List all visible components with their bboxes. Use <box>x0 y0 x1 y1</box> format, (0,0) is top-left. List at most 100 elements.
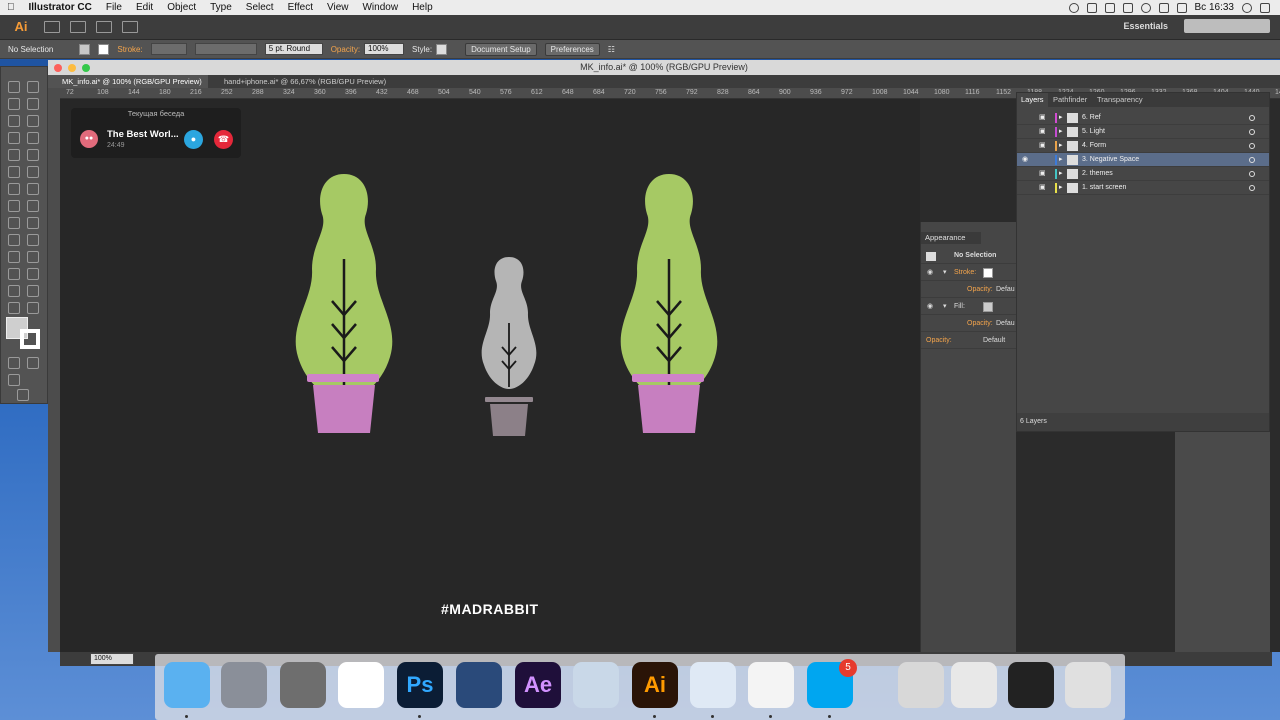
expand-arrow-icon[interactable]: ▸ <box>1059 111 1063 125</box>
scale-tool-icon[interactable] <box>27 183 39 195</box>
opacity-label[interactable]: Opacity: <box>967 316 993 332</box>
stroke-color-icon[interactable] <box>20 329 40 349</box>
spotlight-icon[interactable] <box>1242 2 1252 13</box>
layer-name[interactable]: 4. Form <box>1082 139 1106 153</box>
layer-name[interactable]: 2. themes <box>1082 167 1113 181</box>
menu-type[interactable]: Type <box>203 2 239 13</box>
tab-hand-iphone[interactable]: hand+iphone.ai* @ 66,67% (RGB/GPU Previe… <box>210 75 410 88</box>
illustrator-icon[interactable]: Ai <box>632 662 678 708</box>
fill-label[interactable]: Fill: <box>954 299 965 315</box>
lock-icon[interactable]: ▣ <box>1039 125 1046 139</box>
volume-icon[interactable] <box>1158 2 1169 13</box>
style-swatch[interactable] <box>436 43 448 55</box>
cloud-icon[interactable] <box>1086 2 1097 13</box>
mesh-tool-icon[interactable] <box>8 234 20 246</box>
visibility-eye-icon[interactable]: ◉ <box>927 299 933 315</box>
layer-name[interactable]: 5. Light <box>1082 125 1105 139</box>
layer-row[interactable]: ▣ ▸ 4. Form <box>1017 139 1269 153</box>
dropbox-icon[interactable] <box>1104 2 1115 13</box>
minimize-window-icon[interactable] <box>68 64 76 72</box>
battery-icon[interactable] <box>1176 2 1187 13</box>
launchpad-icon[interactable] <box>221 662 267 708</box>
brush-field[interactable]: 5 pt. Round <box>264 43 323 55</box>
appearance-title[interactable]: Appearance <box>921 232 981 244</box>
photos-icon[interactable] <box>338 662 384 708</box>
layer-name[interactable]: 3. Negative Space <box>1082 153 1139 167</box>
layer-row[interactable]: ▣ ▸ 2. themes <box>1017 167 1269 181</box>
photoshop-icon[interactable]: Ps <box>397 662 443 708</box>
gradient-mode-icon[interactable] <box>27 357 39 369</box>
opacity-label[interactable]: Opacity: <box>926 333 952 349</box>
lasso-tool-icon[interactable] <box>27 98 39 110</box>
artboard-canvas[interactable] <box>60 99 920 652</box>
line-tool-icon[interactable] <box>27 132 39 144</box>
tab-layers[interactable]: Layers <box>1017 93 1048 107</box>
menu-object[interactable]: Object <box>160 2 203 13</box>
pen-tool-icon[interactable] <box>8 115 20 127</box>
plant-middle[interactable] <box>481 257 537 436</box>
trash-icon[interactable] <box>1065 662 1111 708</box>
document-setup-button[interactable]: Document Setup <box>465 42 537 56</box>
stroke-label[interactable]: Stroke: <box>954 265 976 281</box>
visibility-eye-icon[interactable]: ◉ <box>927 265 933 281</box>
stroke-none-icon[interactable] <box>983 268 993 278</box>
target-circle-icon[interactable] <box>1249 185 1255 191</box>
hang-up-icon[interactable]: ☎ <box>214 130 233 149</box>
rectangle-tool-icon[interactable] <box>8 149 20 161</box>
appearance-opacity-row[interactable]: Opacity: Default <box>921 333 1017 349</box>
downloads-icon[interactable] <box>898 662 944 708</box>
layer-name[interactable]: 6. Ref <box>1082 111 1101 125</box>
layer-name[interactable]: 1. start screen <box>1082 181 1126 195</box>
tab-transparency[interactable]: Transparency <box>1093 93 1147 107</box>
appearance-fill-row[interactable]: ◉ ▾ Fill: <box>921 299 1017 315</box>
shape-builder-tool-icon[interactable] <box>8 217 20 229</box>
screen-mode-icon[interactable] <box>17 389 29 401</box>
lock-icon[interactable]: ▣ <box>1039 111 1046 125</box>
free-transform-tool-icon[interactable] <box>27 200 39 212</box>
workspace-switcher[interactable]: Essentials <box>1123 21 1168 31</box>
chrome-icon[interactable] <box>748 662 794 708</box>
arrange-documents-icon[interactable] <box>96 21 112 33</box>
opacity-label[interactable]: Opacity: <box>967 282 993 298</box>
paintbrush-tool-icon[interactable] <box>27 149 39 161</box>
graph-tool-icon[interactable] <box>27 268 39 280</box>
draw-mode-icon[interactable] <box>8 374 20 386</box>
finder-icon[interactable] <box>164 662 210 708</box>
tab-pathfinder[interactable]: Pathfinder <box>1049 93 1091 107</box>
layer-row[interactable]: ▣ ▸ 1. start screen <box>1017 181 1269 195</box>
perspective-grid-tool-icon[interactable] <box>27 217 39 229</box>
selection-tool-icon[interactable] <box>8 81 20 93</box>
expand-triangle-icon[interactable]: ▾ <box>943 299 947 315</box>
artboard-tool-icon[interactable] <box>8 285 20 297</box>
clock[interactable]: Вс 16:33 <box>1195 2 1234 13</box>
arrange-icon[interactable]: ☷ <box>608 45 615 54</box>
visibility-eye-icon[interactable]: ◉ <box>1022 153 1028 167</box>
opacity-field[interactable]: 100% <box>364 43 405 55</box>
wifi-icon[interactable] <box>1140 2 1151 13</box>
search-input[interactable] <box>1184 19 1270 33</box>
zoom-tool-icon[interactable] <box>27 302 39 314</box>
target-circle-icon[interactable] <box>1249 129 1255 135</box>
notifications-icon[interactable] <box>1260 2 1270 13</box>
maximize-window-icon[interactable] <box>82 64 90 72</box>
curvature-tool-icon[interactable] <box>27 115 39 127</box>
symbol-sprayer-tool-icon[interactable] <box>8 268 20 280</box>
expand-arrow-icon[interactable]: ▸ <box>1059 167 1063 181</box>
lock-icon[interactable]: ▣ <box>1039 181 1046 195</box>
expand-arrow-icon[interactable]: ▸ <box>1059 153 1063 167</box>
plant-left[interactable] <box>295 174 393 433</box>
appearance-stroke-row[interactable]: ◉ ▾ Stroke: <box>921 265 1017 281</box>
send-icon[interactable] <box>122 21 138 33</box>
layer-row[interactable]: ▣ ▸ 5. Light <box>1017 125 1269 139</box>
hand-tool-icon[interactable] <box>8 302 20 314</box>
variable-width-field[interactable] <box>194 43 257 55</box>
stroke-swatch[interactable] <box>98 43 110 55</box>
stroke-weight-field[interactable] <box>150 43 187 55</box>
layer-row[interactable]: ▣ ▸ 6. Ref <box>1017 111 1269 125</box>
magic-wand-tool-icon[interactable] <box>8 98 20 110</box>
menu-help[interactable]: Help <box>405 2 440 13</box>
target-circle-icon[interactable] <box>1249 171 1255 177</box>
expand-arrow-icon[interactable]: ▸ <box>1059 181 1063 195</box>
close-window-icon[interactable] <box>54 64 62 72</box>
target-circle-icon[interactable] <box>1249 157 1255 163</box>
